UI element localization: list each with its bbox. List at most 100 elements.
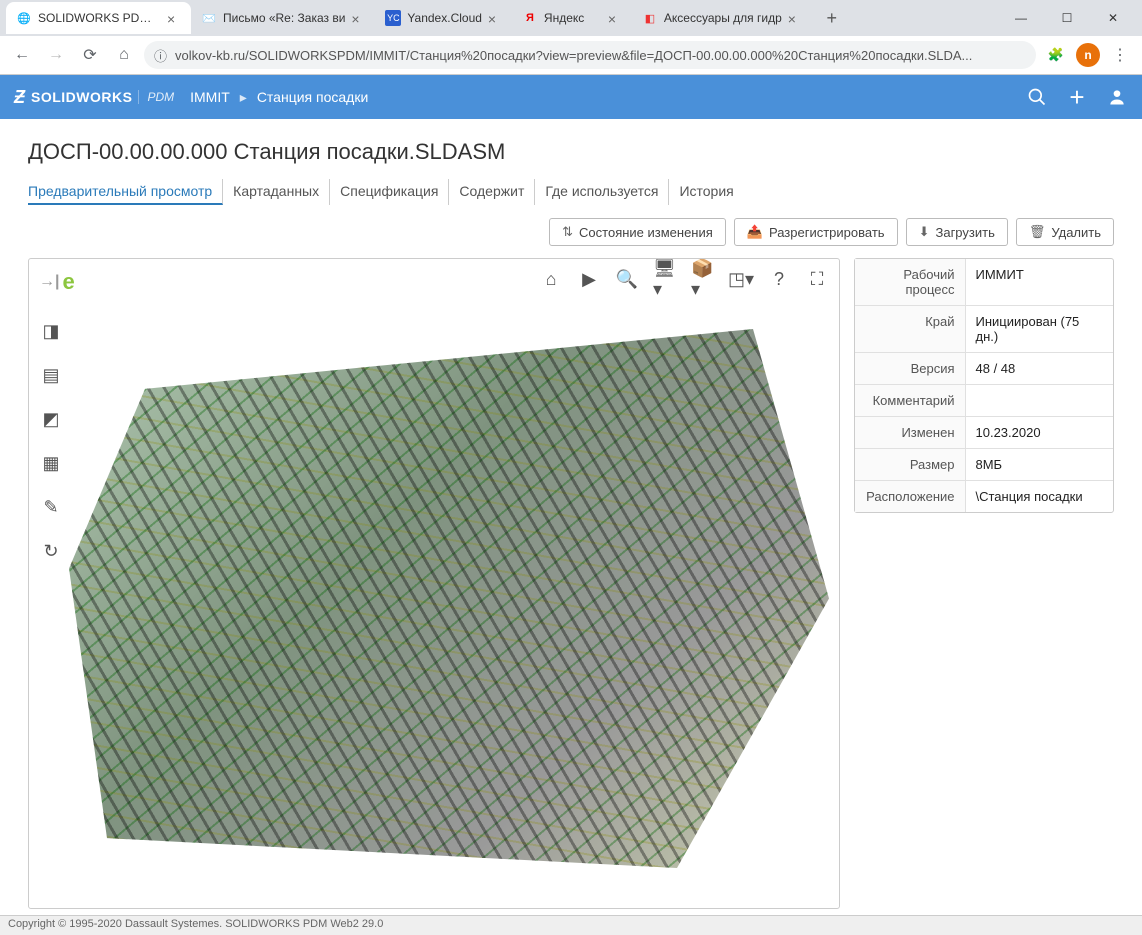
brand-solidworks: SOLIDWORKS bbox=[31, 89, 132, 105]
delete-button[interactable]: 🗑 Удалить bbox=[1016, 218, 1114, 246]
cube-icon[interactable]: ◳▾ bbox=[729, 267, 753, 291]
tab-whereused[interactable]: Где используется bbox=[535, 179, 669, 205]
prop-value: 48 / 48 bbox=[965, 353, 1113, 385]
workflow-icon: ⇅ bbox=[562, 224, 573, 240]
footer: Copyright © 1995-2020 Dassault Systemes.… bbox=[0, 915, 1142, 935]
trash-icon: 🗑 bbox=[1029, 224, 1046, 240]
zoom-icon[interactable]: 🔍 bbox=[615, 267, 639, 291]
close-icon[interactable]: × bbox=[351, 11, 365, 25]
browser-toolbar: ← → ⟳ ⌂ ⓘ volkov-kb.ru/SOLIDWORKSPDM/IMM… bbox=[0, 36, 1142, 74]
browser-tab[interactable]: Я Яндекс × bbox=[512, 2, 632, 34]
forward-button[interactable]: → bbox=[42, 41, 70, 69]
fullscreen-icon[interactable]: ⛶ bbox=[805, 267, 829, 291]
prop-row: Рабочий процессИММИТ bbox=[855, 259, 1113, 306]
sheet-icon[interactable]: ▤ bbox=[39, 363, 63, 387]
site-icon: ◧ bbox=[642, 10, 658, 26]
new-tab-button[interactable]: + bbox=[818, 4, 846, 32]
not-secure-icon: ⓘ bbox=[154, 46, 167, 65]
tab-history[interactable]: История bbox=[669, 179, 743, 205]
window-controls: — ☐ ✕ bbox=[998, 2, 1136, 34]
search-icon[interactable] bbox=[1026, 86, 1048, 108]
tab-strip: 🌐 SOLIDWORKS PDM W × ✉️ Письмо «Re: Зака… bbox=[0, 0, 1142, 36]
prop-row: Версия48 / 48 bbox=[855, 353, 1113, 385]
browser-tab[interactable]: YC Yandex.Cloud × bbox=[375, 2, 512, 34]
yandex-icon: Я bbox=[522, 10, 538, 26]
back-button[interactable]: ← bbox=[8, 41, 36, 69]
prop-row: Изменен10.23.2020 bbox=[855, 417, 1113, 449]
section-icon[interactable]: ◩ bbox=[39, 407, 63, 431]
prop-value: Инициирован (75 дн.) bbox=[965, 306, 1113, 353]
action-bar: ⇅ Состояние изменения 📤 Разрегистрироват… bbox=[28, 218, 1114, 246]
close-icon[interactable]: × bbox=[788, 11, 802, 25]
tab-title: Аксессуары для гидр bbox=[664, 11, 782, 25]
close-button[interactable]: ✕ bbox=[1090, 2, 1136, 34]
assembly-icon[interactable]: ◨ bbox=[39, 319, 63, 343]
tab-title: Yandex.Cloud bbox=[407, 11, 482, 25]
edrawings-logo: →|e bbox=[39, 269, 75, 295]
tab-title: Яндекс bbox=[544, 11, 602, 25]
address-bar[interactable]: ⓘ volkov-kb.ru/SOLIDWORKSPDM/IMMIT/Станц… bbox=[144, 41, 1036, 69]
prop-key: Расположение bbox=[855, 481, 965, 513]
ds-logo-icon: Ƶ bbox=[14, 87, 25, 108]
checkout-button[interactable]: 📤 Разрегистрировать bbox=[734, 218, 898, 246]
checkout-icon: 📤 bbox=[747, 224, 763, 240]
home-button[interactable]: ⌂ bbox=[110, 41, 138, 69]
tab-contains[interactable]: Содержит bbox=[449, 179, 535, 205]
user-icon[interactable] bbox=[1106, 86, 1128, 108]
breadcrumb-item[interactable]: IMMIT bbox=[190, 89, 230, 105]
model-viewer[interactable]: →|e ⌂ ▶ 🔍 🖥▾ 📦▾ ◳▾ ? ⛶ ◨ ▤ ◩ ▦ ✎ ↻ bbox=[28, 258, 840, 909]
solidworks-logo: Ƶ SOLIDWORKS PDM bbox=[14, 87, 174, 108]
browser-chrome: 🌐 SOLIDWORKS PDM W × ✉️ Письмо «Re: Зака… bbox=[0, 0, 1142, 75]
browser-tab[interactable]: ◧ Аксессуары для гидр × bbox=[632, 2, 812, 34]
prop-row: КрайИнициирован (75 дн.) bbox=[855, 306, 1113, 353]
extensions-button[interactable]: 🧩 bbox=[1042, 41, 1070, 69]
content-tabs: Предварительный просмотр Картаданных Спе… bbox=[28, 179, 1114, 206]
brand-pdm: PDM bbox=[138, 90, 174, 104]
browser-tab[interactable]: 🌐 SOLIDWORKS PDM W × bbox=[6, 2, 191, 34]
close-icon[interactable]: × bbox=[167, 11, 181, 25]
help-icon[interactable]: ? bbox=[767, 267, 791, 291]
chevron-right-icon: ▸ bbox=[240, 89, 247, 106]
page-title: ДОСП-00.00.00.000 Станция посадки.SLDASM bbox=[28, 139, 1114, 165]
content-area: ДОСП-00.00.00.000 Станция посадки.SLDASM… bbox=[0, 119, 1142, 915]
reload-button[interactable]: ⟳ bbox=[76, 41, 104, 69]
button-label: Состояние изменения bbox=[579, 225, 713, 240]
prop-key: Край bbox=[855, 306, 965, 353]
main-row: →|e ⌂ ▶ 🔍 🖥▾ 📦▾ ◳▾ ? ⛶ ◨ ▤ ◩ ▦ ✎ ↻ bbox=[28, 258, 1114, 909]
play-icon[interactable]: ▶ bbox=[577, 267, 601, 291]
prop-key: Изменен bbox=[855, 417, 965, 449]
yandex-cloud-icon: YC bbox=[385, 10, 401, 26]
tab-preview[interactable]: Предварительный просмотр bbox=[28, 179, 223, 205]
minimize-button[interactable]: — bbox=[998, 2, 1044, 34]
breadcrumb: IMMIT ▸ Станция посадки bbox=[190, 89, 368, 106]
breadcrumb-item[interactable]: Станция посадки bbox=[257, 89, 368, 105]
app-header: Ƶ SOLIDWORKS PDM IMMIT ▸ Станция посадки… bbox=[0, 75, 1142, 119]
globe-icon: 🌐 bbox=[16, 10, 32, 26]
prop-value: \Станция посадки bbox=[965, 481, 1113, 513]
browser-menu-button[interactable]: ⋮ bbox=[1106, 41, 1134, 69]
viewer-toolbar: ⌂ ▶ 🔍 🖥▾ 📦▾ ◳▾ ? ⛶ bbox=[539, 267, 829, 291]
profile-button[interactable]: n bbox=[1076, 43, 1100, 67]
download-button[interactable]: ⬇ Загрузить bbox=[906, 218, 1008, 246]
tab-bom[interactable]: Спецификация bbox=[330, 179, 449, 205]
close-icon[interactable]: × bbox=[488, 11, 502, 25]
viewer-left-toolbar: ◨ ▤ ◩ ▦ ✎ ↻ bbox=[39, 319, 63, 563]
prop-value: 8МБ bbox=[965, 449, 1113, 481]
markup-icon[interactable]: ✎ bbox=[39, 495, 63, 519]
prop-row: Расположение\Станция посадки bbox=[855, 481, 1113, 513]
close-icon[interactable]: × bbox=[608, 11, 622, 25]
home-view-icon[interactable]: ⌂ bbox=[539, 267, 563, 291]
model-render bbox=[69, 299, 829, 898]
maximize-button[interactable]: ☐ bbox=[1044, 2, 1090, 34]
config-icon[interactable]: ▦ bbox=[39, 451, 63, 475]
tab-datacard[interactable]: Картаданных bbox=[223, 179, 330, 205]
rotate-icon[interactable]: ↻ bbox=[39, 539, 63, 563]
prop-row: Комментарий bbox=[855, 385, 1113, 417]
display-mode-icon[interactable]: 🖥▾ bbox=[653, 267, 677, 291]
browser-tab[interactable]: ✉️ Письмо «Re: Заказ ви × bbox=[191, 2, 375, 34]
change-state-button[interactable]: ⇅ Состояние изменения bbox=[549, 218, 726, 246]
box-icon[interactable]: 📦▾ bbox=[691, 267, 715, 291]
mail-icon: ✉️ bbox=[201, 10, 217, 26]
add-button[interactable]: + bbox=[1066, 86, 1088, 108]
download-icon: ⬇ bbox=[919, 224, 930, 240]
